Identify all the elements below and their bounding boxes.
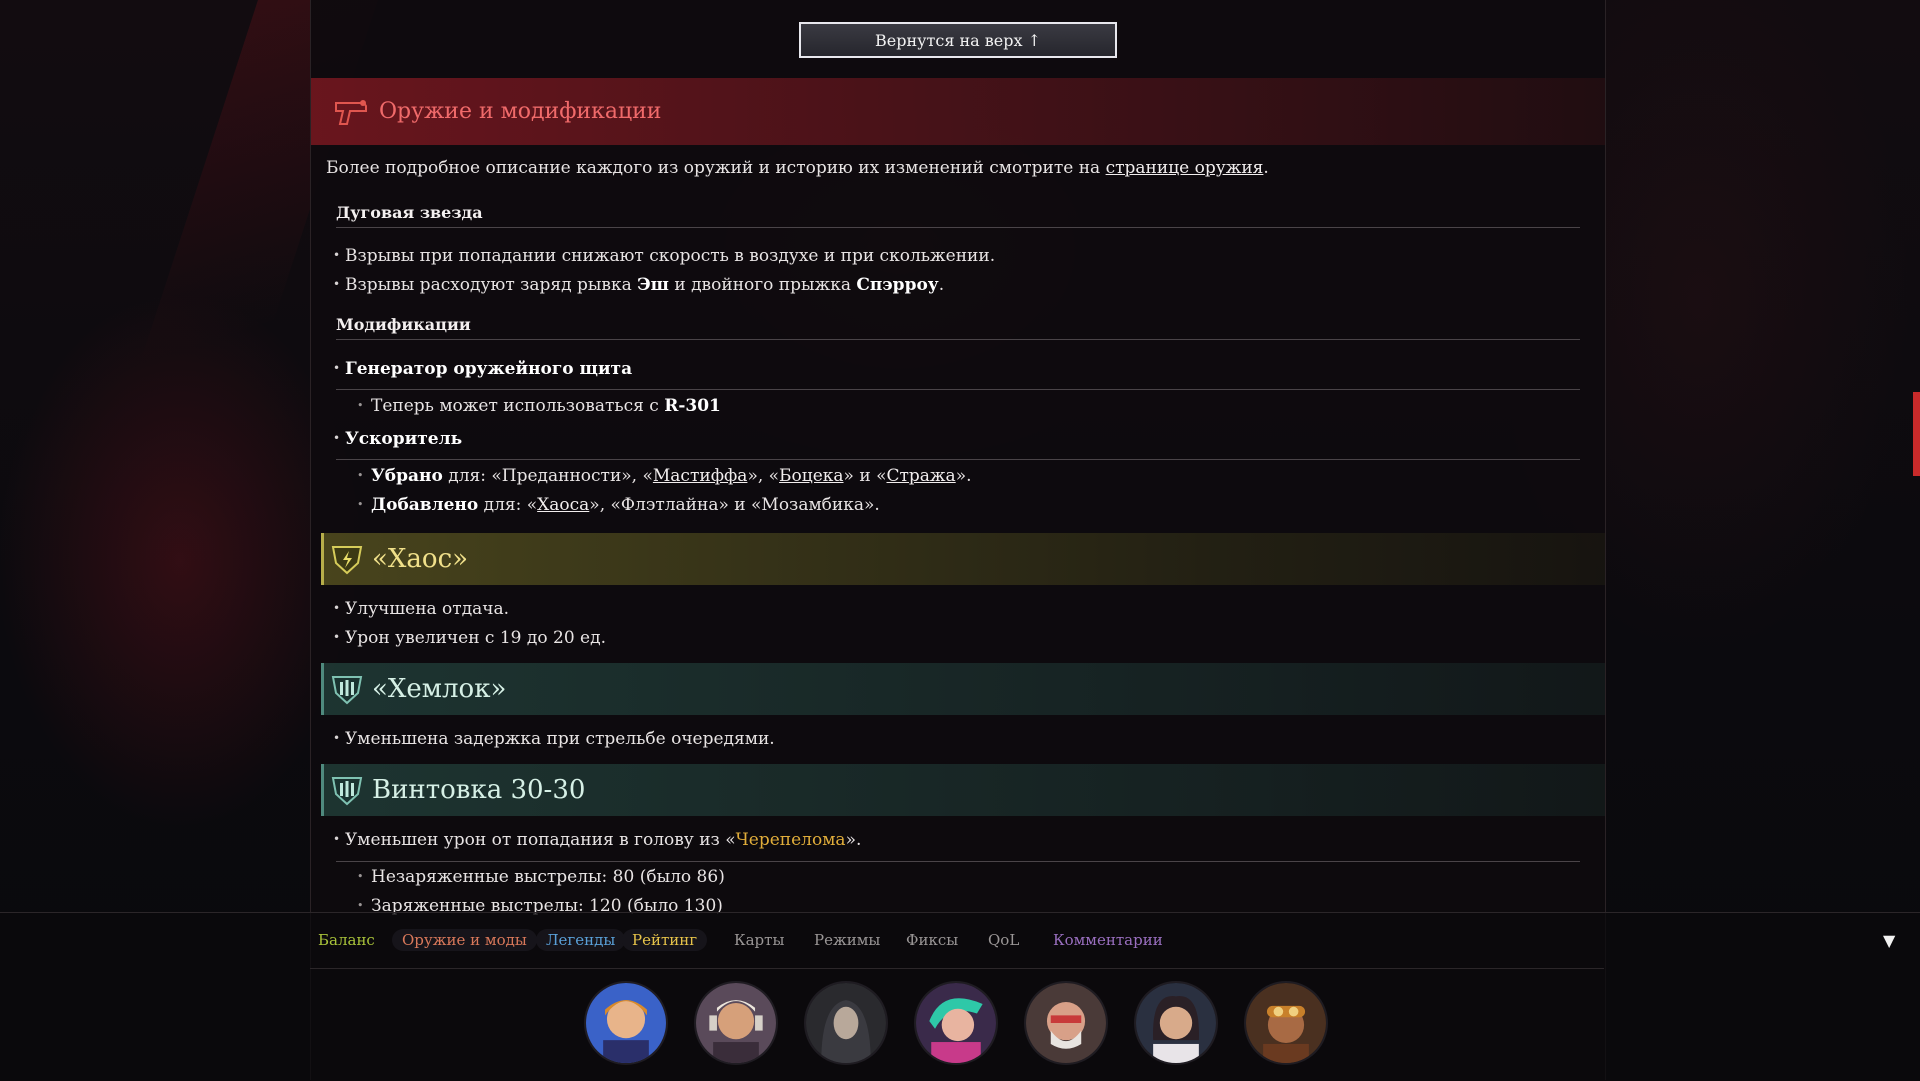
weapon-header-hemlok: «Хемлок» <box>321 663 1605 715</box>
weapon-header-3030: Винтовка 30-30 <box>321 764 1605 816</box>
subheading-arcstar: Дуговая звезда <box>336 203 1580 228</box>
list-item: • Взрывы расходуют заряд рывка Эш и двойн… <box>333 275 945 295</box>
tab-ranked[interactable]: Рейтинг <box>622 929 708 951</box>
sub-list-item: • Убрано для: «Преданности», «Мастиффа», … <box>357 466 972 486</box>
weapon-title: Винтовка 30-30 <box>372 775 586 805</box>
legend-avatars <box>0 981 1920 1071</box>
skullpiercer-link[interactable]: Черепелома <box>736 830 846 850</box>
legend-avatar-5[interactable] <box>1024 981 1108 1065</box>
tab-comments[interactable]: Комментарии <box>1043 929 1173 951</box>
tab-qol[interactable]: QoL <box>978 929 1029 951</box>
legend-avatar-6[interactable] <box>1134 981 1218 1065</box>
scroll-indicator[interactable] <box>1913 392 1920 476</box>
section-title: Оружие и модификации <box>379 99 662 124</box>
tab-maps[interactable]: Карты <box>724 929 794 951</box>
legend-avatar-3[interactable] <box>804 981 888 1065</box>
list-item: • Генератор оружейного щита <box>333 359 633 379</box>
sub-list-item: • Теперь может использоваться с R-301 <box>357 396 721 416</box>
bottom-navigation: Баланс Оружие и моды Легенды Рейтинг Кар… <box>0 912 1920 1081</box>
divider <box>336 389 1580 390</box>
tab-legends[interactable]: Легенды <box>536 929 626 951</box>
tab-weapons[interactable]: Оружие и моды <box>392 929 537 951</box>
energy-ammo-icon <box>331 546 363 575</box>
divider <box>336 459 1580 460</box>
pistol-icon <box>335 99 367 125</box>
list-item: • Уменьшена задержка при стрельбе очередя… <box>333 729 775 749</box>
divider <box>336 861 1580 862</box>
back-to-top-button[interactable]: Вернутся на верх ↑ <box>799 22 1117 58</box>
heavy-ammo-icon <box>331 777 363 806</box>
legend-avatar-4[interactable] <box>914 981 998 1065</box>
subheading-mods: Модификации <box>336 315 1580 340</box>
intro-text: Более подробное описание каждого из оруж… <box>326 158 1269 178</box>
tab-modes[interactable]: Режимы <box>804 929 890 951</box>
havoc-link[interactable]: Хаоса <box>537 495 589 515</box>
mastiff-link[interactable]: Мастиффа <box>653 466 748 486</box>
collapse-toggle-icon[interactable]: ▼ <box>1883 931 1895 950</box>
section-header-weapons: Оружие и модификации <box>311 78 1605 145</box>
weapon-title: «Хемлок» <box>372 674 507 704</box>
legend-avatar-7[interactable] <box>1244 981 1328 1065</box>
section-tabs: Баланс Оружие и моды Легенды Рейтинг Кар… <box>308 913 1895 969</box>
legend-avatar-2[interactable] <box>694 981 778 1065</box>
weapon-title: «Хаос» <box>372 544 469 574</box>
weapons-page-link[interactable]: странице оружия <box>1106 158 1264 178</box>
list-item: • Уменьшен урон от попадания в голову из … <box>333 830 862 850</box>
list-item: • Улучшена отдача. <box>333 599 510 619</box>
tab-balance[interactable]: Баланс <box>308 929 385 951</box>
list-item: • Урон увеличен с 19 до 20 ед. <box>333 628 606 648</box>
heavy-ammo-icon <box>331 676 363 705</box>
weapon-header-havoc: «Хаос» <box>321 533 1605 585</box>
sub-list-item: • Незаряженные выстрелы: 80 (было 86) <box>357 867 725 887</box>
sentinel-link[interactable]: Стража <box>886 466 955 486</box>
list-item: • Ускоритель <box>333 429 463 449</box>
bocek-link[interactable]: Боцека <box>779 466 843 486</box>
sub-list-item: • Добавлено для: «Хаоса», «Флэтлайна» и «… <box>357 495 880 515</box>
list-item: • Взрывы при попадании снижают скорость в… <box>333 246 996 266</box>
tab-fixes[interactable]: Фиксы <box>896 929 968 951</box>
legend-avatar-1[interactable] <box>584 981 668 1065</box>
